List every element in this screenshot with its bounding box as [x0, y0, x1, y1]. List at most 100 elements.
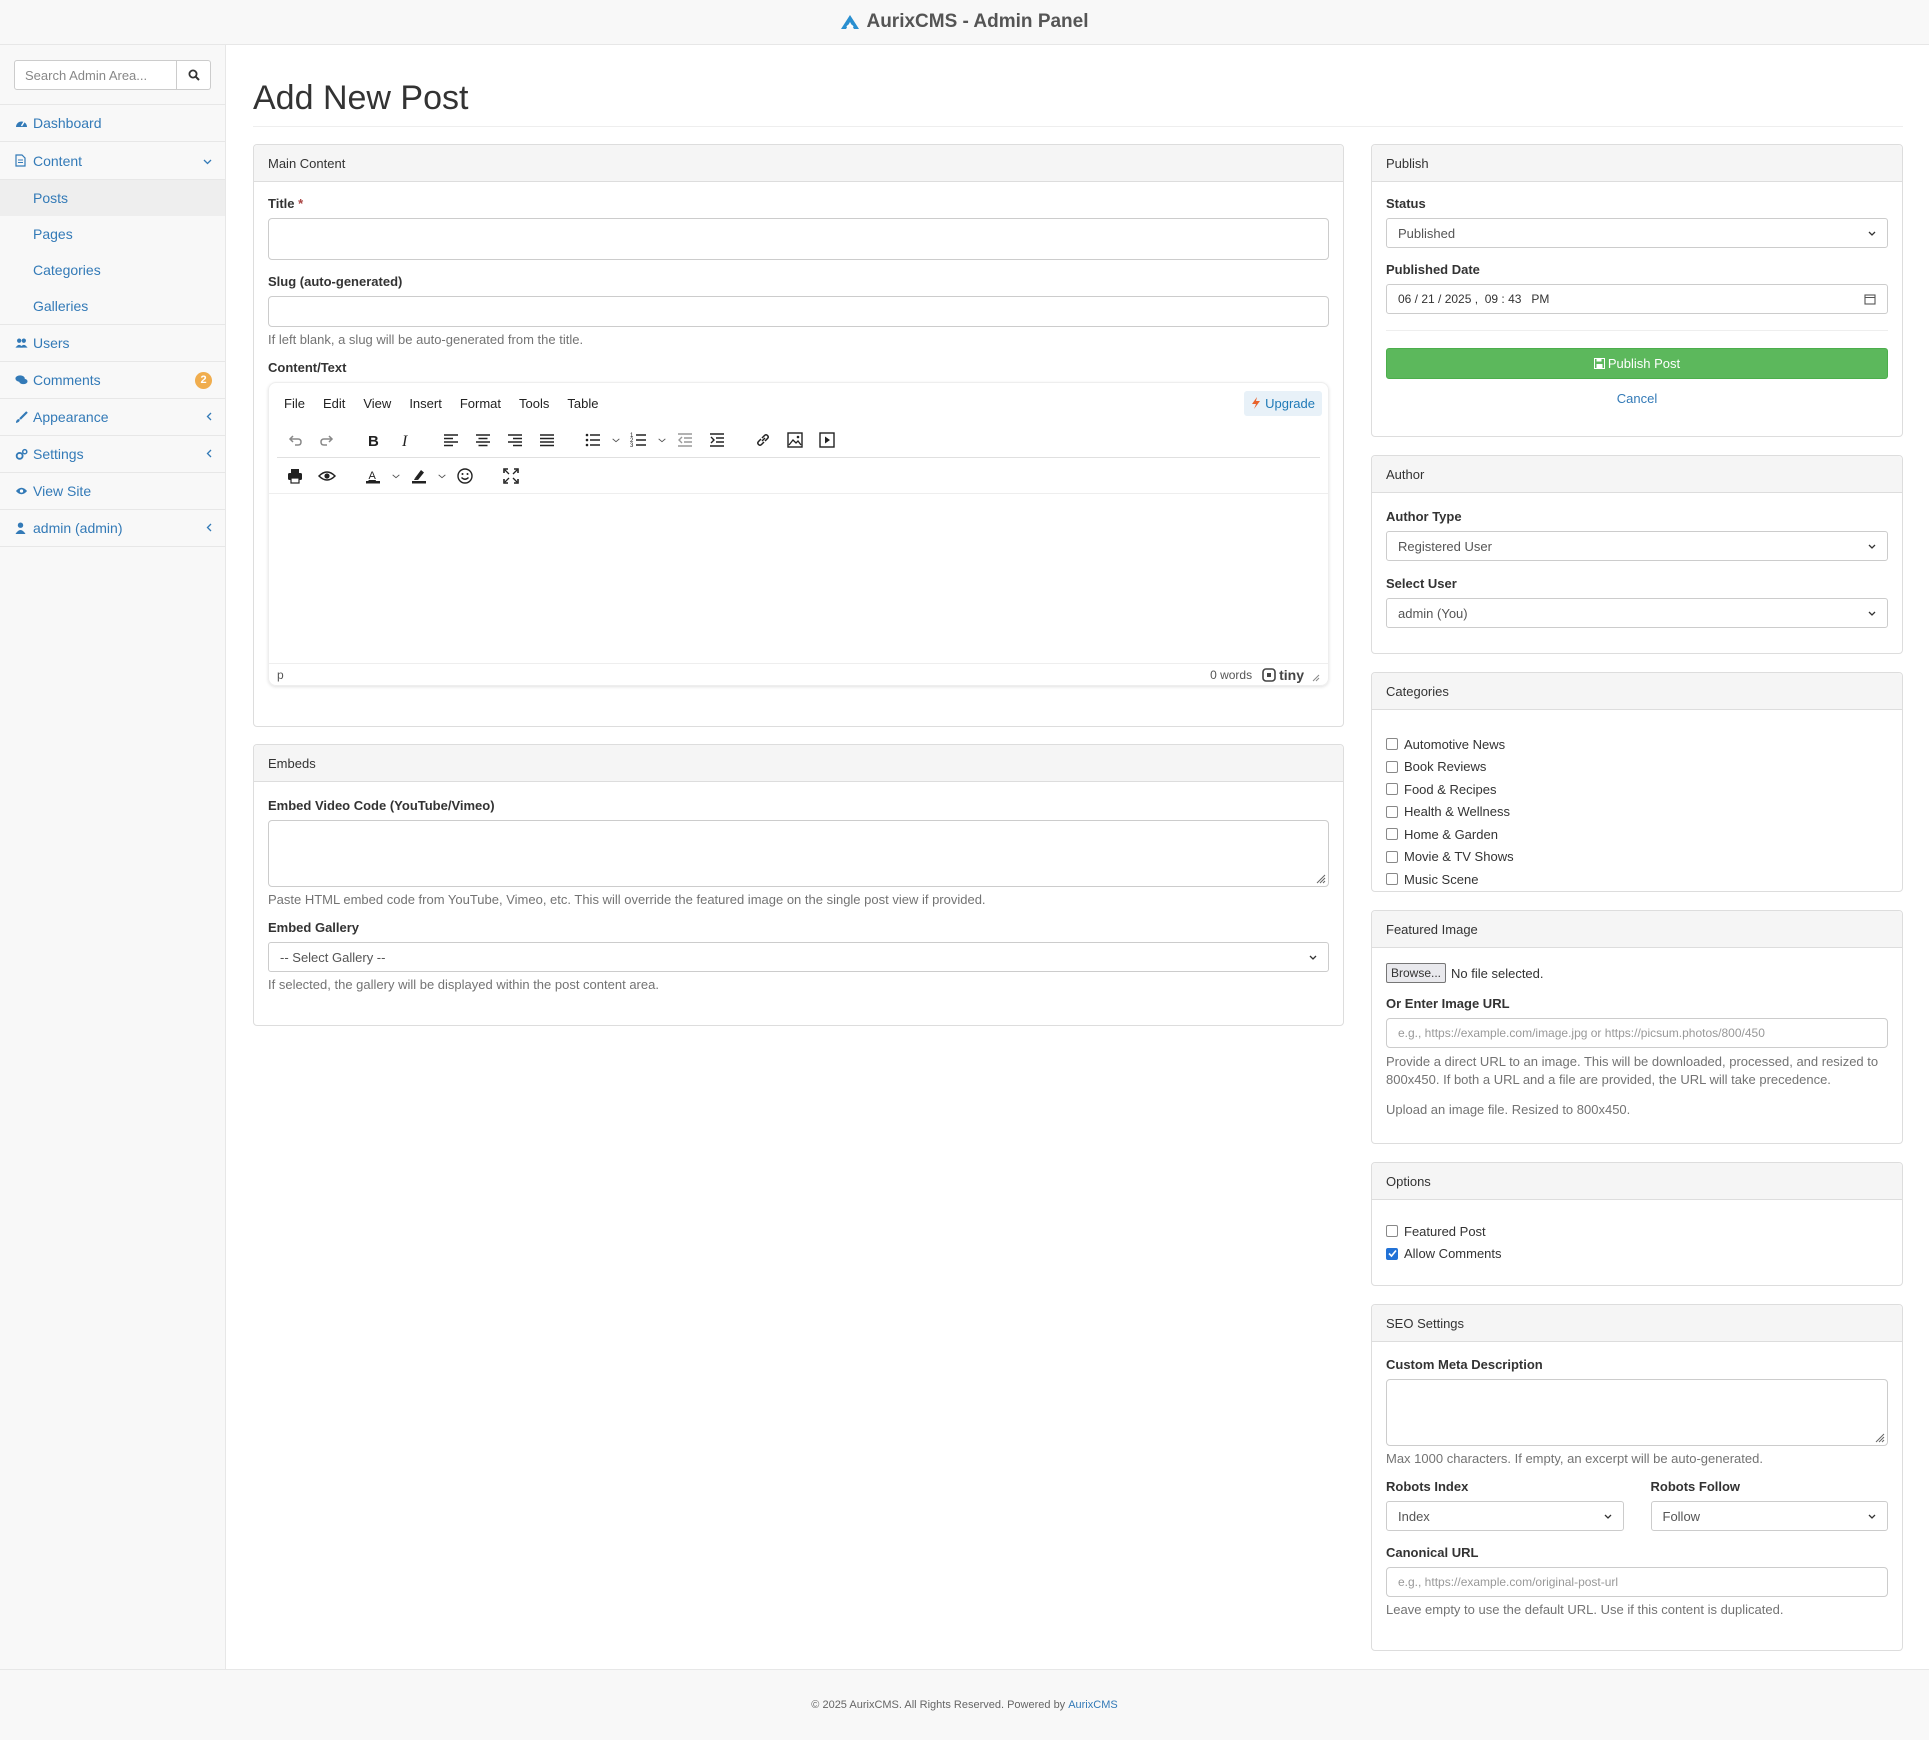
- emoji-icon[interactable]: [449, 462, 481, 490]
- author-type-select[interactable]: Registered User: [1386, 531, 1888, 561]
- preview-icon[interactable]: [311, 462, 343, 490]
- align-center-icon[interactable]: [467, 426, 499, 454]
- category-checkbox[interactable]: Home & Garden: [1386, 823, 1888, 846]
- category-label: Automotive News: [1404, 736, 1506, 752]
- sidebar-item-content[interactable]: Content: [0, 142, 225, 179]
- chevron-down-icon: [1868, 1514, 1876, 1519]
- checkbox[interactable]: [1386, 873, 1398, 886]
- image-icon[interactable]: [779, 426, 811, 454]
- chevron-down-icon: [1868, 231, 1876, 236]
- checkbox[interactable]: [1386, 783, 1398, 796]
- sidebar-item-posts[interactable]: Posts: [0, 180, 225, 216]
- numbered-list-icon[interactable]: 123: [623, 426, 655, 454]
- word-count[interactable]: 0 words: [1210, 668, 1252, 682]
- print-icon[interactable]: [279, 462, 311, 490]
- menu-table[interactable]: Table: [558, 396, 607, 411]
- element-path[interactable]: p: [277, 668, 284, 682]
- checkbox[interactable]: [1386, 805, 1398, 818]
- search-input[interactable]: [14, 60, 177, 90]
- checkbox[interactable]: [1386, 850, 1398, 863]
- calendar-icon[interactable]: [1864, 293, 1876, 305]
- link-icon[interactable]: [747, 426, 779, 454]
- status-select[interactable]: Published: [1386, 218, 1888, 248]
- menu-format[interactable]: Format: [451, 396, 510, 411]
- published-date-input[interactable]: 06 / 21 / 2025 , 09 : 43 PM: [1386, 284, 1888, 314]
- publish-post-button[interactable]: Publish Post: [1386, 348, 1888, 379]
- sidebar-item-users[interactable]: Users: [0, 325, 225, 362]
- slug-input[interactable]: [268, 296, 1329, 327]
- menu-edit[interactable]: Edit: [314, 396, 354, 411]
- robots-follow-select[interactable]: Follow: [1650, 1501, 1888, 1531]
- sidebar-item-comments[interactable]: Comments 2: [0, 362, 225, 399]
- resize-handle[interactable]: [1316, 874, 1326, 884]
- sidebar-item-settings[interactable]: Settings: [0, 436, 225, 473]
- top-navbar: AurixCMS - Admin Panel: [0, 0, 1929, 45]
- main-area: Add New Post: [253, 45, 1903, 127]
- menu-file[interactable]: File: [275, 396, 314, 411]
- editor-content-area[interactable]: [269, 493, 1328, 663]
- sidebar-item-label: View Site: [33, 483, 92, 499]
- chevron-down-icon[interactable]: [609, 426, 623, 454]
- app-title[interactable]: AurixCMS - Admin Panel: [866, 11, 1088, 33]
- checkbox[interactable]: [1386, 760, 1398, 773]
- fullscreen-icon[interactable]: [495, 462, 527, 490]
- menu-tools[interactable]: Tools: [510, 396, 558, 411]
- select-user-select[interactable]: admin (You): [1386, 598, 1888, 628]
- embed-video-textarea[interactable]: [268, 820, 1329, 887]
- text-color-icon[interactable]: A: [357, 462, 389, 490]
- canonical-url-input[interactable]: [1386, 1567, 1888, 1597]
- outdent-icon[interactable]: [669, 426, 701, 454]
- embed-gallery-select[interactable]: -- Select Gallery --: [268, 942, 1329, 972]
- sidebar-item-account[interactable]: admin (admin): [0, 510, 225, 547]
- tiny-brand[interactable]: tiny: [1262, 667, 1304, 683]
- sidebar-item-dashboard[interactable]: Dashboard: [0, 105, 225, 142]
- sidebar-item-pages[interactable]: Pages: [0, 216, 225, 252]
- sidebar-item-view-site[interactable]: View Site: [0, 473, 225, 510]
- menu-insert[interactable]: Insert: [400, 396, 451, 411]
- menu-view[interactable]: View: [354, 396, 400, 411]
- meta-description-textarea[interactable]: [1386, 1379, 1888, 1446]
- align-justify-icon[interactable]: [531, 426, 563, 454]
- resize-handle[interactable]: [1875, 1433, 1885, 1443]
- browse-button[interactable]: Browse...: [1386, 963, 1447, 983]
- footer-link[interactable]: AurixCMS: [1068, 1699, 1118, 1711]
- chevron-down-icon[interactable]: [655, 426, 669, 454]
- checkbox[interactable]: [1386, 1225, 1398, 1238]
- checkbox-checked[interactable]: [1386, 1247, 1398, 1260]
- category-checkbox[interactable]: Health & Wellness: [1386, 801, 1888, 824]
- bold-icon[interactable]: B: [357, 426, 389, 454]
- italic-icon[interactable]: I: [389, 426, 421, 454]
- category-checkbox[interactable]: Music Scene: [1386, 868, 1888, 891]
- category-checkbox[interactable]: Food & Recipes: [1386, 778, 1888, 801]
- redo-icon[interactable]: [311, 426, 343, 454]
- undo-icon[interactable]: [279, 426, 311, 454]
- align-left-icon[interactable]: [435, 426, 467, 454]
- media-icon[interactable]: [811, 426, 843, 454]
- resize-handle[interactable]: [1312, 671, 1320, 681]
- featured-post-checkbox[interactable]: Featured Post: [1386, 1220, 1888, 1243]
- search-button[interactable]: [177, 60, 211, 90]
- chevron-down-icon[interactable]: [389, 462, 403, 490]
- checkbox[interactable]: [1386, 828, 1398, 841]
- seo-panel: SEO Settings Custom Meta Description Max…: [1371, 1304, 1903, 1651]
- sidebar-item-appearance[interactable]: Appearance: [0, 399, 225, 436]
- category-checkbox[interactable]: Book Reviews: [1386, 756, 1888, 779]
- highlight-color-icon[interactable]: [403, 462, 435, 490]
- image-url-input[interactable]: [1386, 1018, 1888, 1048]
- panel-heading: Featured Image: [1372, 911, 1902, 948]
- robots-index-select[interactable]: Index: [1386, 1501, 1624, 1531]
- upgrade-button[interactable]: Upgrade: [1244, 390, 1322, 416]
- chevron-down-icon[interactable]: [435, 462, 449, 490]
- allow-comments-checkbox[interactable]: Allow Comments: [1386, 1243, 1888, 1266]
- checkbox[interactable]: [1386, 738, 1398, 751]
- cancel-link[interactable]: Cancel: [1386, 391, 1888, 406]
- category-checkbox[interactable]: Automotive News: [1386, 733, 1888, 756]
- indent-icon[interactable]: [701, 426, 733, 454]
- category-checkbox[interactable]: Movie & TV Shows: [1386, 846, 1888, 869]
- sidebar-item-categories[interactable]: Categories: [0, 252, 225, 288]
- bullet-list-icon[interactable]: [577, 426, 609, 454]
- align-right-icon[interactable]: [499, 426, 531, 454]
- title-input[interactable]: [268, 218, 1329, 260]
- upgrade-label: Upgrade: [1265, 395, 1315, 411]
- sidebar-item-galleries[interactable]: Galleries: [0, 288, 225, 324]
